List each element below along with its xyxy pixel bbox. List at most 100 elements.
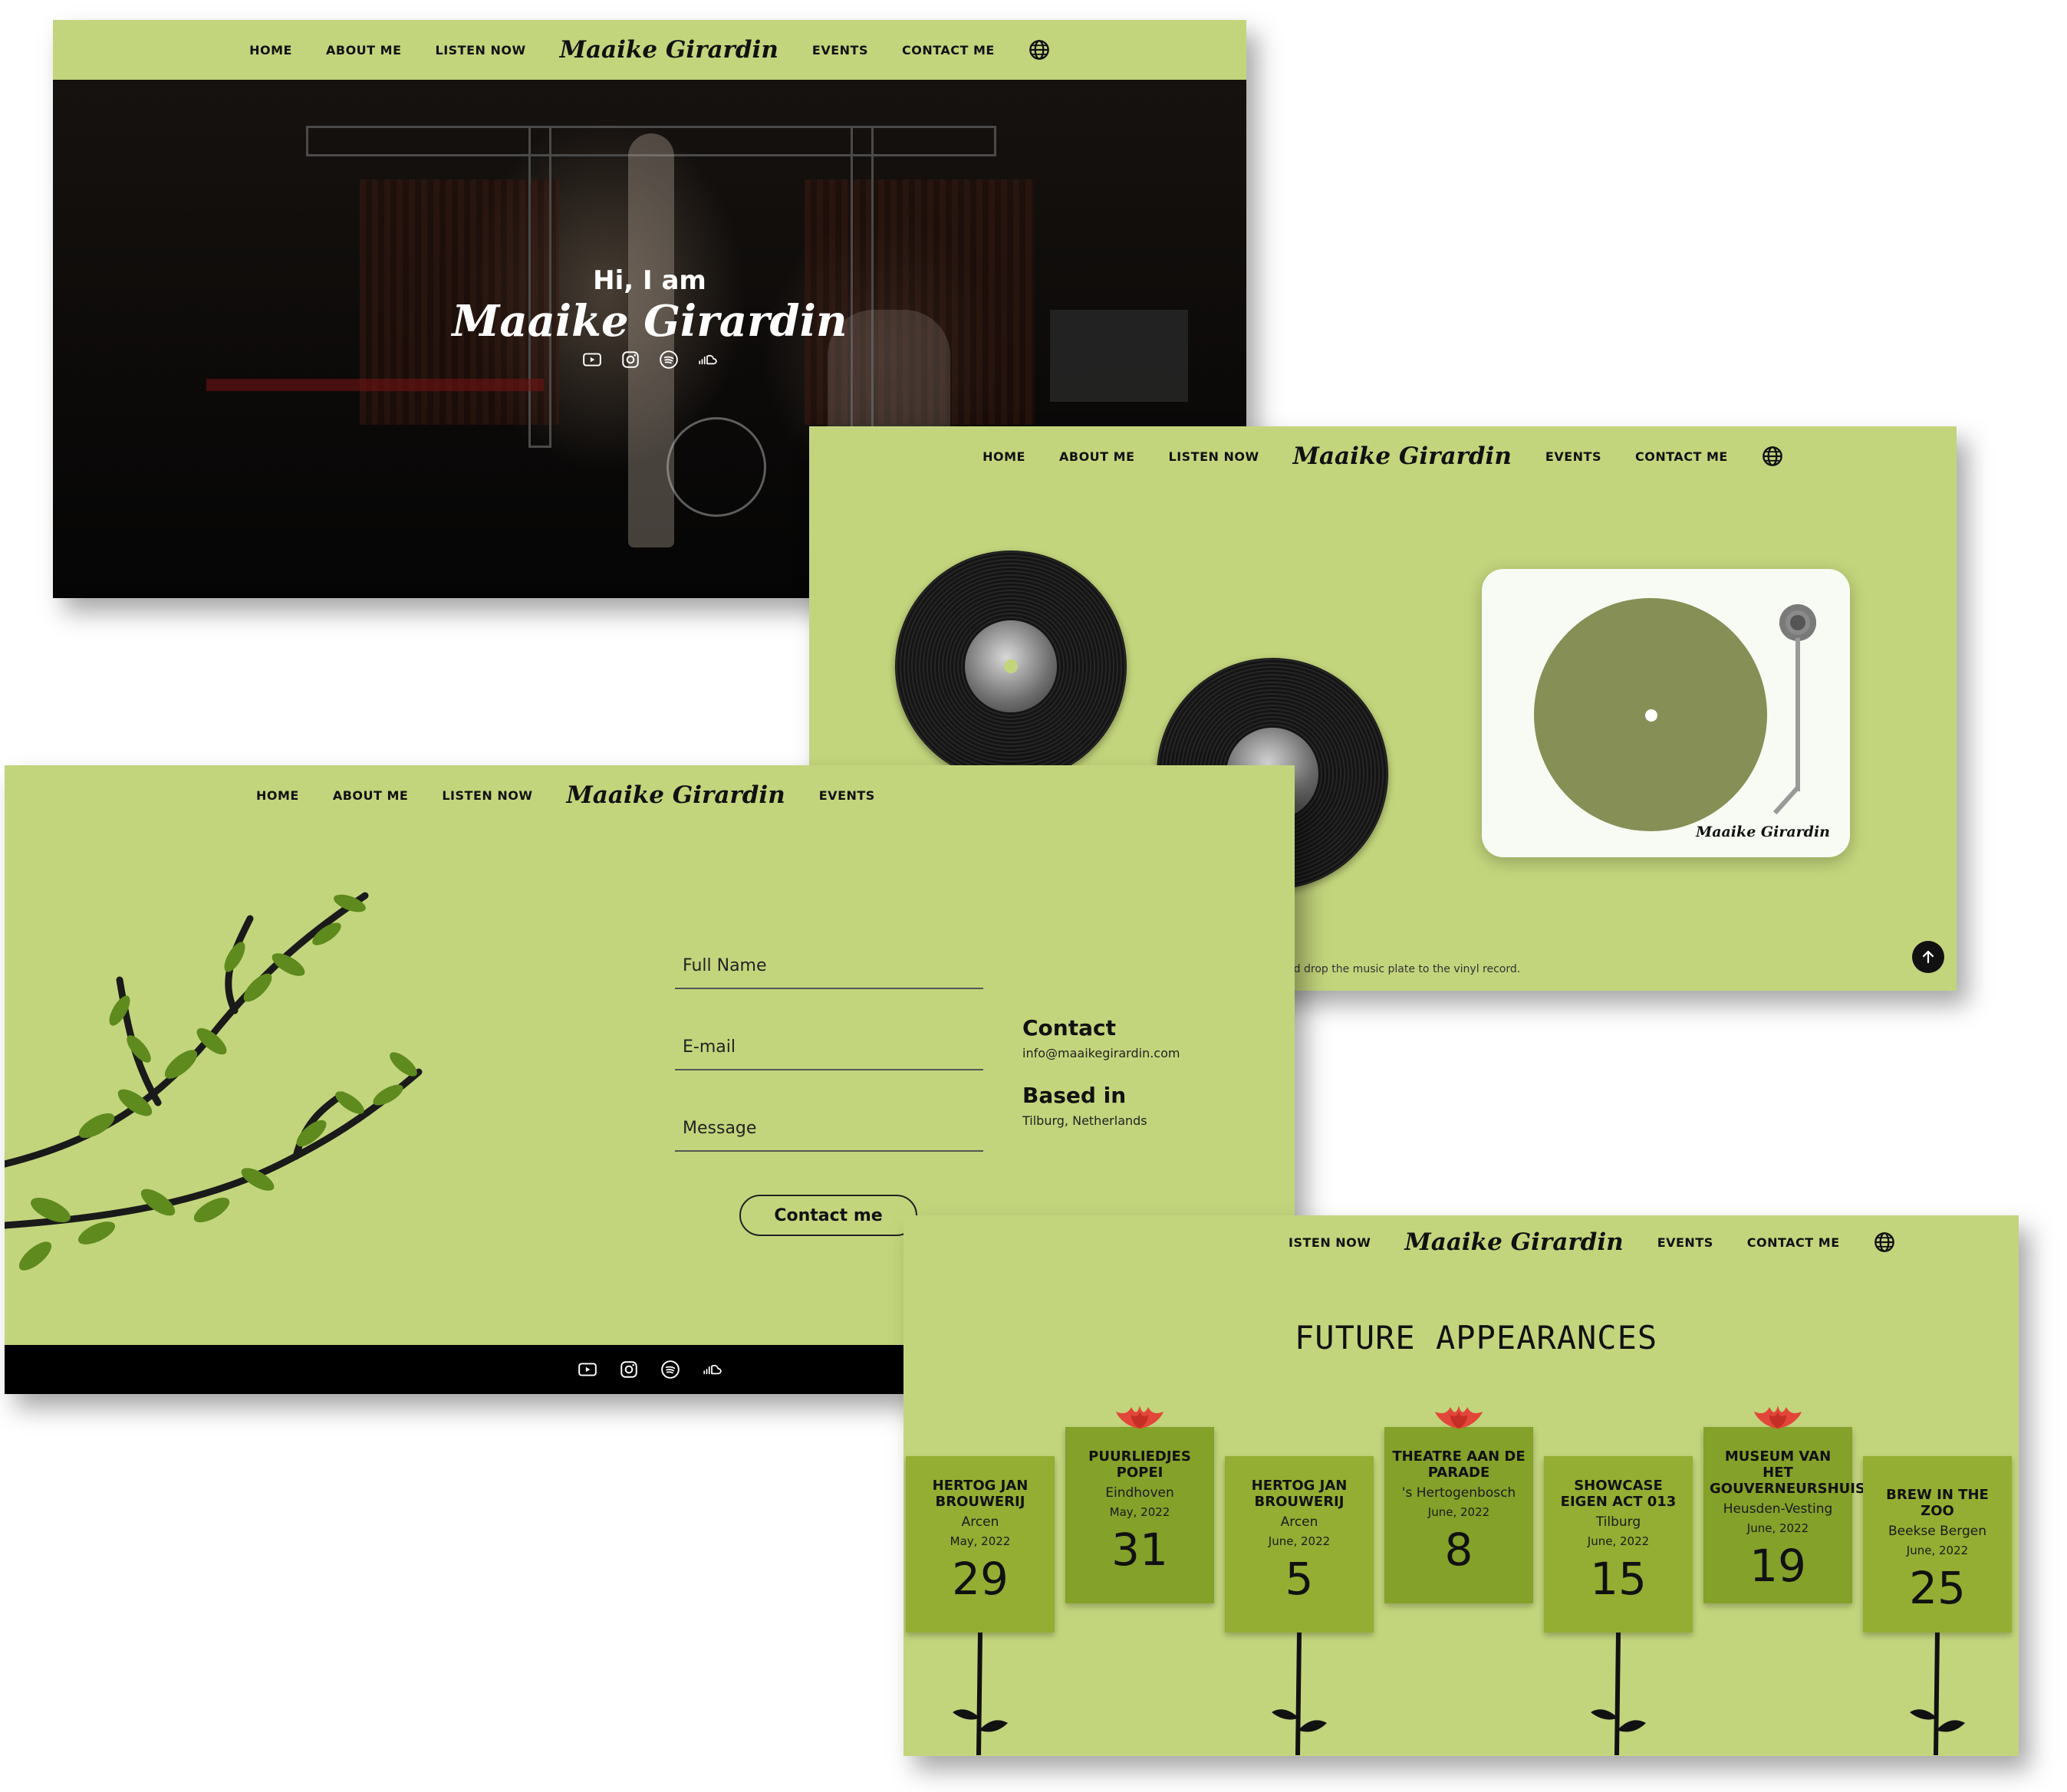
nav-about[interactable]: ABOUT ME xyxy=(1059,449,1135,464)
event-day: 15 xyxy=(1590,1553,1647,1605)
tonearm-head xyxy=(1772,784,1801,815)
hero-subtitle: Hi, I am xyxy=(593,265,706,296)
tonearm xyxy=(1795,638,1800,791)
nav-events[interactable]: EVENTS xyxy=(812,43,868,58)
turntable-spindle xyxy=(1645,709,1657,722)
event-venue: PUURLIEDJES POPEI xyxy=(1088,1448,1191,1481)
soundcloud-icon[interactable] xyxy=(697,350,717,370)
turntable-brand: Maaike Girardin xyxy=(1696,824,1830,840)
main-nav: ISTEN NOW Maaike Girardin EVENTS CONTACT… xyxy=(903,1217,2019,1268)
nav-listen[interactable]: LISTEN NOW xyxy=(1169,449,1259,464)
youtube-icon[interactable] xyxy=(582,350,602,370)
event-venue: BREW IN THE ZOO xyxy=(1886,1487,1989,1519)
based-in-heading: Based in xyxy=(1022,1083,1127,1108)
event-venue: HERTOG JAN BROUWERIJ xyxy=(1251,1478,1348,1510)
contact-email[interactable]: info@maaikegirardin.com xyxy=(1022,1046,1180,1060)
event-venue: THEATRE AAN DE PARADE xyxy=(1392,1448,1526,1481)
nav-events[interactable]: EVENTS xyxy=(819,788,875,803)
event-day: 8 xyxy=(1444,1524,1473,1576)
keyboard xyxy=(206,379,544,391)
event-city: Eindhoven xyxy=(1105,1485,1174,1501)
event-venue: HERTOG JAN BROUWERIJ xyxy=(932,1478,1029,1510)
event-day: 19 xyxy=(1749,1540,1806,1592)
message-field[interactable]: Message xyxy=(675,1106,983,1152)
stem-icon xyxy=(953,1633,1008,1755)
instagram-icon[interactable] xyxy=(619,1360,639,1379)
nav-contact[interactable]: CONTACT ME xyxy=(1747,1235,1840,1250)
event-card[interactable]: BREW IN THE ZOO Beekse Bergen June, 2022 25 xyxy=(1863,1456,2012,1633)
branch-illustration xyxy=(5,892,423,1271)
event-day: 31 xyxy=(1111,1524,1168,1576)
location-text: Tilburg, Netherlands xyxy=(1022,1113,1147,1128)
event-day: 25 xyxy=(1909,1562,1966,1614)
nav-contact[interactable]: CONTACT ME xyxy=(1635,449,1728,464)
flower-icon xyxy=(1432,1404,1486,1430)
nav-about[interactable]: ABOUT ME xyxy=(333,788,409,803)
stem-icon xyxy=(1272,1633,1327,1755)
nav-about[interactable]: ABOUT ME xyxy=(326,43,402,58)
spotify-icon[interactable] xyxy=(660,1360,680,1379)
globe-icon[interactable] xyxy=(1762,446,1783,467)
stem-icon xyxy=(1591,1633,1646,1755)
events-title: FUTURE APPEARANCES xyxy=(1295,1319,1658,1356)
spotify-icon[interactable] xyxy=(659,350,679,370)
main-nav: HOME ABOUT ME LISTEN NOW Maaike Girardin… xyxy=(5,765,1295,825)
event-day: 29 xyxy=(952,1553,1009,1605)
tonearm-pivot xyxy=(1779,604,1816,641)
flower-icon xyxy=(1113,1404,1167,1430)
nav-listen[interactable]: LISTEN NOW xyxy=(442,788,532,803)
soundcloud-icon[interactable] xyxy=(702,1360,722,1379)
nav-events[interactable]: EVENTS xyxy=(1545,449,1601,464)
event-month: June, 2022 xyxy=(1906,1544,1969,1557)
nav-contact[interactable]: CONTACT ME xyxy=(902,43,995,58)
event-card[interactable]: PUURLIEDJES POPEI Eindhoven May, 2022 31 xyxy=(1065,1427,1214,1603)
full-name-field[interactable]: Full Name xyxy=(675,943,983,989)
email-label: E-mail xyxy=(683,1037,736,1057)
email-field[interactable]: E-mail xyxy=(675,1024,983,1070)
event-card[interactable]: HERTOG JAN BROUWERIJ Arcen May, 2022 29 xyxy=(906,1456,1055,1633)
scroll-top-button[interactable] xyxy=(1912,941,1944,973)
event-city: Arcen xyxy=(961,1514,999,1530)
event-card[interactable]: HERTOG JAN BROUWERIJ Arcen June, 2022 5 xyxy=(1225,1456,1374,1633)
hero-social-links xyxy=(53,350,1246,370)
turntable-platter xyxy=(1534,598,1767,831)
event-card[interactable]: THEATRE AAN DE PARADE 's Hertogenbosch Jun… xyxy=(1384,1427,1533,1603)
brand-logo[interactable]: Maaike Girardin xyxy=(560,36,778,64)
youtube-icon[interactable] xyxy=(578,1360,597,1379)
globe-icon[interactable] xyxy=(1029,39,1050,61)
event-city: Beekse Bergen xyxy=(1888,1524,1986,1539)
nav-home[interactable]: HOME xyxy=(256,788,299,803)
contact-submit-button[interactable]: Contact me xyxy=(739,1195,917,1236)
nav-home[interactable]: HOME xyxy=(249,43,292,58)
arrow-up-icon xyxy=(1919,948,1937,966)
event-month: June, 2022 xyxy=(1268,1534,1331,1548)
event-month: June, 2022 xyxy=(1746,1521,1809,1535)
nav-listen[interactable]: LISTEN NOW xyxy=(436,43,526,58)
nav-events[interactable]: EVENTS xyxy=(1657,1235,1713,1250)
brand-logo[interactable]: Maaike Girardin xyxy=(1293,442,1512,470)
events-panel: ISTEN NOW Maaike Girardin EVENTS CONTACT… xyxy=(903,1215,2019,1756)
event-month: May, 2022 xyxy=(1109,1505,1170,1519)
contact-heading: Contact xyxy=(1022,1015,1116,1041)
main-nav: HOME ABOUT ME LISTEN NOW Maaike Girardin… xyxy=(809,426,1957,486)
stem-icon xyxy=(1910,1633,1965,1755)
event-card[interactable]: MUSEUM VAN HET GOUVERNEURSHUIS Heusden-Ve… xyxy=(1703,1427,1865,1603)
turntable-dropzone[interactable]: Maaike Girardin xyxy=(1482,569,1850,857)
event-card[interactable]: SHOWCASE EIGEN ACT 013 Tilburg June, 2022 1… xyxy=(1544,1456,1693,1633)
message-label: Message xyxy=(683,1119,757,1138)
event-city: Arcen xyxy=(1280,1514,1318,1530)
full-name-label: Full Name xyxy=(683,956,767,975)
vinyl-record-draggable[interactable] xyxy=(895,551,1127,782)
nav-home[interactable]: HOME xyxy=(982,449,1025,464)
brand-logo[interactable]: Maaike Girardin xyxy=(1404,1228,1623,1256)
hero-title: Maaike Girardin xyxy=(452,296,848,347)
instagram-icon[interactable] xyxy=(620,350,640,370)
globe-icon[interactable] xyxy=(1874,1231,1895,1253)
brand-logo[interactable]: Maaike Girardin xyxy=(566,781,785,809)
event-month: June, 2022 xyxy=(1587,1534,1650,1548)
event-venue: SHOWCASE EIGEN ACT 013 xyxy=(1560,1478,1677,1510)
nav-listen[interactable]: ISTEN NOW xyxy=(1289,1235,1371,1250)
event-city: Tilburg xyxy=(1595,1514,1641,1530)
main-nav: HOME ABOUT ME LISTEN NOW Maaike Girardin… xyxy=(53,20,1246,80)
event-month: May, 2022 xyxy=(950,1534,1011,1548)
